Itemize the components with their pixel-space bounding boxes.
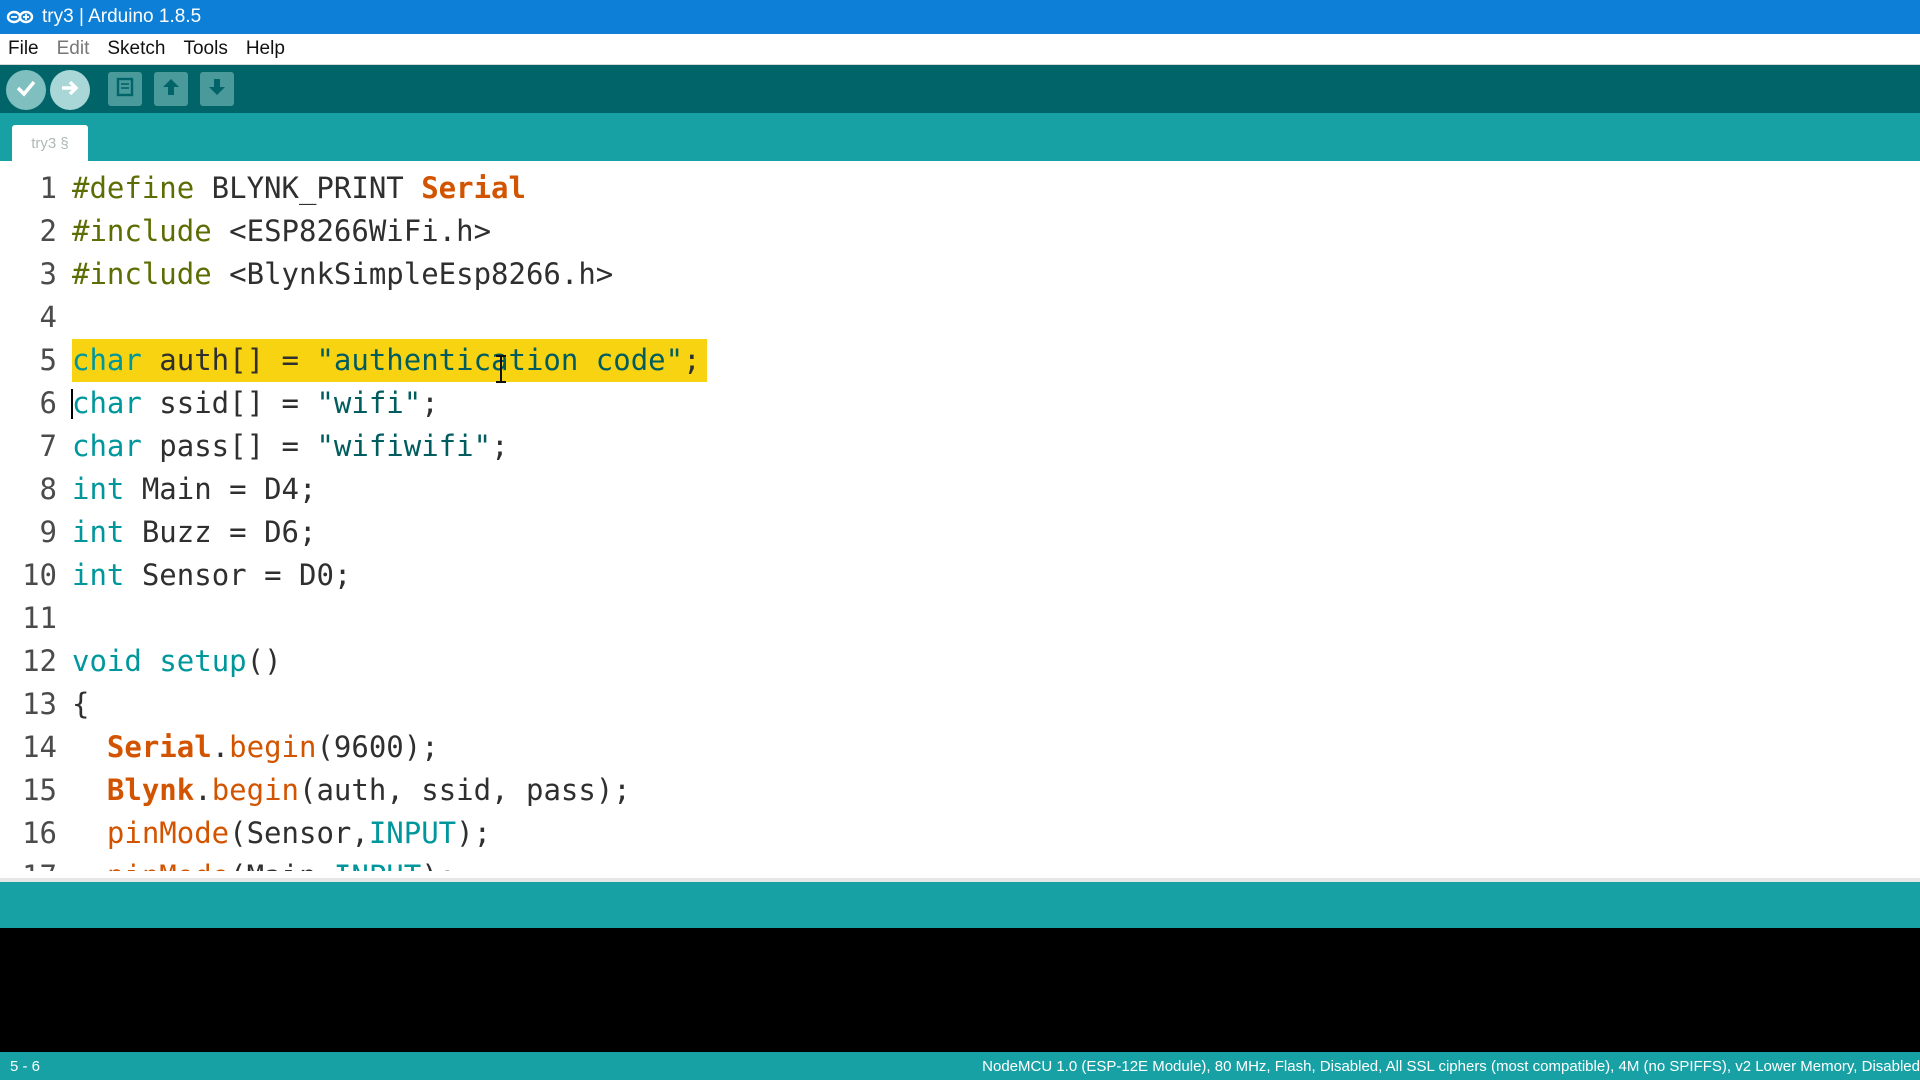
menu-edit[interactable]: Edit [49, 38, 100, 60]
code-text: #include <ESP8266WiFi.h> [72, 214, 492, 248]
menu-bar: File Edit Sketch Tools Help [0, 34, 1920, 65]
title-bar: try3 | Arduino 1.8.5 [0, 0, 1920, 34]
line-number: 9 [39, 515, 57, 549]
board-info: NodeMCU 1.0 (ESP-12E Module), 80 MHz, Fl… [982, 1058, 1920, 1075]
code-text: char auth[] = "authentication code"; [72, 339, 707, 382]
code-line[interactable]: 8 int Main = D4; [0, 468, 1920, 511]
code-line[interactable]: 15 Blynk.begin(auth, ssid, pass); [0, 769, 1920, 812]
save-button[interactable] [200, 72, 234, 106]
line-number: 8 [39, 472, 57, 506]
code-line[interactable]: 7 char pass[] = "wifiwifi"; [0, 425, 1920, 468]
arrow-up-icon [160, 76, 182, 103]
line-number: 5 [39, 343, 57, 377]
code-text: char pass[] = "wifiwifi"; [72, 429, 509, 463]
toolbar [0, 65, 1920, 113]
arrow-right-icon [58, 76, 82, 105]
menu-sketch[interactable]: Sketch [99, 38, 175, 60]
code-line[interactable]: 9 int Buzz = D6; [0, 511, 1920, 554]
line-number: 11 [22, 601, 57, 635]
text-caret [71, 389, 73, 419]
menu-file[interactable]: File [0, 38, 49, 60]
code-line[interactable]: 16 pinMode(Sensor,INPUT); [0, 812, 1920, 855]
upload-button[interactable] [50, 70, 90, 110]
menu-tools[interactable]: Tools [175, 38, 237, 60]
code-line[interactable]: 10 int Sensor = D0; [0, 554, 1920, 597]
tab-strip: try3 § [0, 113, 1920, 161]
line-number: 1 [39, 171, 57, 205]
code-line[interactable]: 2 #include <ESP8266WiFi.h> [0, 210, 1920, 253]
status-message-bar [0, 878, 1920, 932]
code-line[interactable]: 11 [0, 597, 1920, 640]
check-icon [14, 76, 38, 105]
code-text: int Buzz = D6; [72, 515, 317, 549]
code-text: pinMode(Sensor,INPUT); [106, 816, 492, 850]
console-output[interactable] [0, 928, 1920, 1052]
open-button[interactable] [154, 72, 188, 106]
line-number: 4 [39, 300, 57, 334]
arrow-down-icon [206, 76, 228, 103]
arduino-logo-icon [6, 8, 34, 26]
code-editor[interactable]: 1 #define BLYNK_PRINT Serial 2 #include <ES… [0, 161, 1920, 871]
code-line[interactable]: 17 pinMode(Main,INPUT); [0, 855, 1920, 871]
code-text: { [72, 687, 90, 721]
code-text: pinMode(Main,INPUT); [72, 855, 456, 871]
code-text: #define BLYNK_PRINT Serial [72, 171, 526, 205]
code-text: int Sensor = D0; [72, 558, 352, 592]
code-line[interactable]: 5 char auth[] = "authentication code"; [0, 339, 1920, 382]
window-title: try3 | Arduino 1.8.5 [42, 6, 202, 27]
verify-button[interactable] [6, 70, 46, 110]
line-number: 17 [0, 855, 57, 871]
code-line[interactable]: 12 void setup() [0, 640, 1920, 683]
line-number: 10 [22, 558, 57, 592]
code-text: void setup() [72, 644, 282, 678]
code-line[interactable]: 13 { [0, 683, 1920, 726]
code-text: #include <BlynkSimpleEsp8266.h> [72, 257, 614, 291]
line-number: 6 [39, 386, 57, 420]
menu-help[interactable]: Help [238, 38, 295, 60]
code-line[interactable]: 4 [0, 296, 1920, 339]
cursor-position: 5 - 6 [10, 1058, 41, 1075]
code-text: Serial.begin(9600); [106, 730, 439, 764]
new-button[interactable] [108, 72, 142, 106]
line-number: 16 [22, 816, 57, 850]
code-text: char ssid[] = "wifi"; [72, 386, 439, 420]
code-line[interactable]: 3 #include <BlynkSimpleEsp8266.h> [0, 253, 1920, 296]
code-text: Blynk.begin(auth, ssid, pass); [106, 773, 631, 807]
line-number: 3 [39, 257, 57, 291]
line-number: 7 [39, 429, 57, 463]
footer-bar: 5 - 6 NodeMCU 1.0 (ESP-12E Module), 80 M… [0, 1052, 1920, 1080]
code-line[interactable]: 6 char ssid[] = "wifi"; [0, 382, 1920, 425]
code-line[interactable]: 1 #define BLYNK_PRINT Serial [0, 167, 1920, 210]
line-number: 12 [22, 644, 57, 678]
code-line[interactable]: 14 Serial.begin(9600); [0, 726, 1920, 769]
tab-try3[interactable]: try3 § [12, 125, 88, 161]
ibeam-cursor-icon [494, 354, 508, 384]
new-file-icon [114, 76, 136, 103]
line-number: 14 [22, 730, 57, 764]
line-number: 13 [22, 687, 57, 721]
line-number: 2 [39, 214, 57, 248]
code-text: int Main = D4; [72, 472, 317, 506]
line-number: 15 [22, 773, 57, 807]
